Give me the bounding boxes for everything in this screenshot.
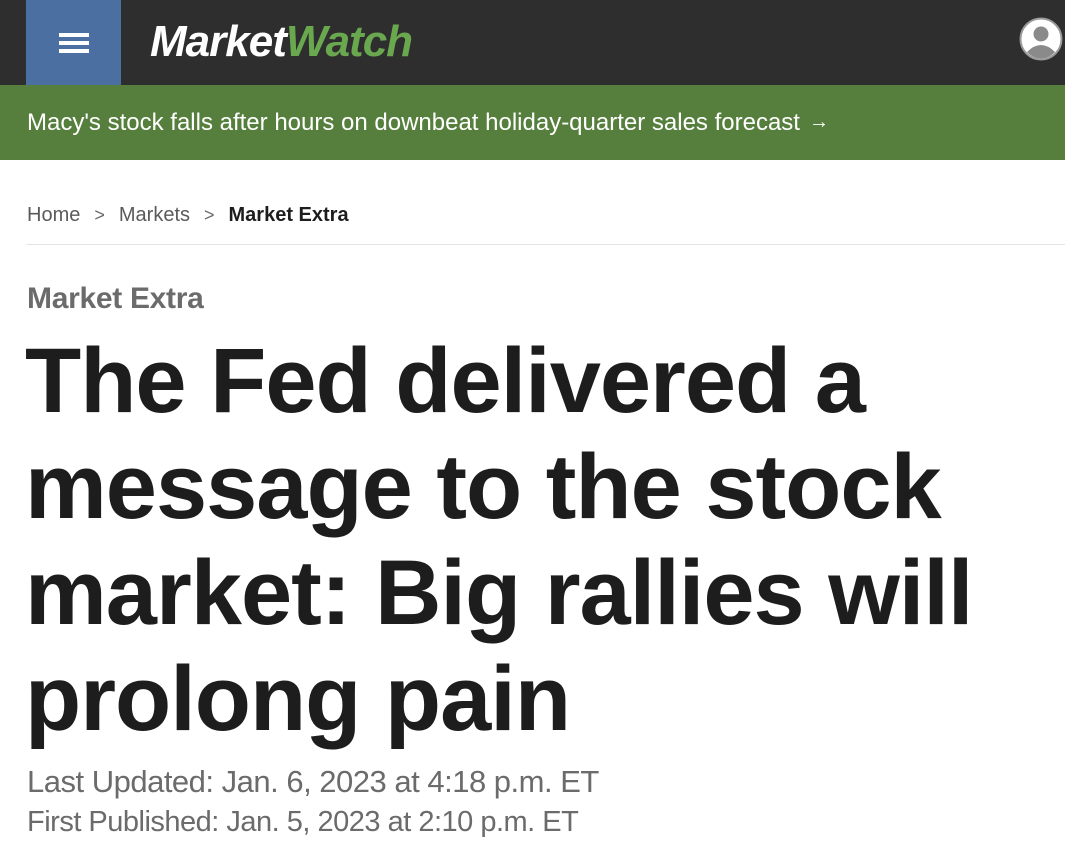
menu-button[interactable] [26, 0, 121, 85]
chevron-right-icon: > [94, 204, 105, 225]
article-timestamps: Last Updated: Jan. 6, 2023 at 4:18 p.m. … [27, 762, 599, 842]
last-updated: Last Updated: Jan. 6, 2023 at 4:18 p.m. … [27, 764, 599, 799]
breadcrumb-current[interactable]: Market Extra [229, 204, 349, 227]
top-navigation-bar: Market Watch [0, 0, 1065, 85]
hamburger-menu-icon [58, 32, 89, 53]
logo-text-market: Market [150, 17, 287, 66]
breadcrumb-markets[interactable]: Markets [119, 204, 190, 227]
logo-text-watch: Watch [285, 17, 413, 66]
breadcrumb-home[interactable]: Home [27, 204, 80, 227]
account-button[interactable] [1019, 17, 1063, 61]
marketwatch-logo[interactable]: Market Watch [150, 12, 413, 72]
breaking-news-banner[interactable]: Macy's stock falls after hours on downbe… [0, 85, 1065, 160]
breadcrumb: Home > Markets > Market Extra [27, 200, 349, 230]
article-headline: The Fed delivered a message to the stock… [25, 330, 973, 750]
banner-headline: Macy's stock falls after hours on downbe… [27, 108, 800, 136]
user-account-icon [1019, 17, 1063, 61]
chevron-right-icon: > [204, 204, 215, 225]
divider [27, 244, 1065, 245]
arrow-right-icon: → [808, 111, 829, 133]
first-published: First Published: Jan. 5, 2023 at 2:10 p.… [27, 806, 579, 838]
section-label[interactable]: Market Extra [27, 282, 204, 316]
